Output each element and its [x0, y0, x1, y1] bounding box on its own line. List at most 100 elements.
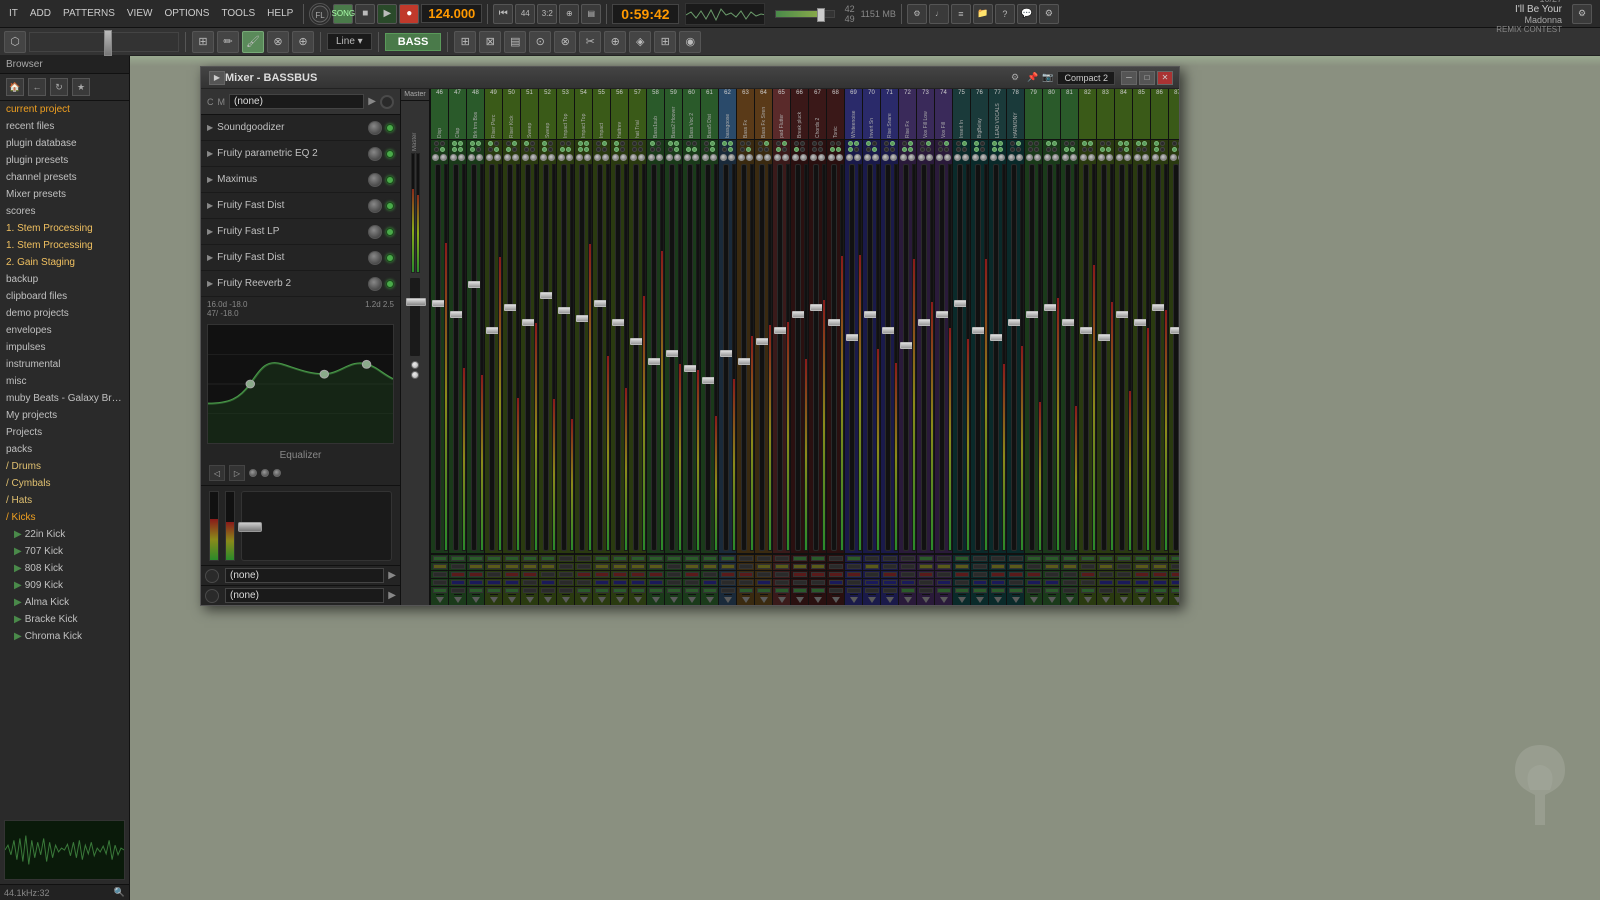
ch-row-btn-70-0[interactable]	[865, 556, 879, 561]
ch-row-btn-74-4[interactable]	[937, 588, 951, 593]
ch-arrow-53[interactable]	[562, 597, 570, 603]
ch-dot-56-2[interactable]	[614, 147, 619, 152]
ch-row-btn-62-1[interactable]	[721, 564, 735, 569]
ch-dot-84-3[interactable]	[1124, 147, 1129, 152]
mixer-btn[interactable]: ▤	[581, 4, 601, 24]
ch-dot-53-0[interactable]	[560, 141, 565, 146]
ch-fader-track-78[interactable]	[1011, 164, 1017, 551]
ch-dot-86-0[interactable]	[1154, 141, 1159, 146]
ch-row-btn-65-2[interactable]	[775, 572, 789, 577]
ch-dot-71-2[interactable]	[884, 147, 889, 152]
fx-knob-5[interactable]	[368, 225, 382, 239]
fx-knob-3[interactable]	[368, 173, 382, 187]
ch-knob-70-0[interactable]	[864, 154, 871, 161]
mixer-screenshot-icon[interactable]: 📷	[1042, 72, 1053, 83]
ch-dot-49-3[interactable]	[494, 147, 499, 152]
ch-dot-55-3[interactable]	[602, 147, 607, 152]
ch-knob-60-1[interactable]	[692, 154, 699, 161]
ch-row-btn-46-4[interactable]	[433, 588, 447, 593]
ch-dot-59-0[interactable]	[668, 141, 673, 146]
ch-row-btn-65-1[interactable]	[775, 564, 789, 569]
ch-row-btn-84-0[interactable]	[1117, 556, 1131, 561]
ch-row-btn-80-4[interactable]	[1045, 588, 1059, 593]
ch-dot-60-0[interactable]	[686, 141, 691, 146]
ch-dot-50-3[interactable]	[512, 147, 517, 152]
ch-row-btn-58-2[interactable]	[649, 572, 663, 577]
ch-row-btn-82-0[interactable]	[1081, 556, 1095, 561]
ch-dot-66-2[interactable]	[794, 147, 799, 152]
ch-arrow-66[interactable]	[796, 597, 804, 603]
ch-fader-track-86[interactable]	[1155, 164, 1161, 551]
ch-row-btn-72-4[interactable]	[901, 588, 915, 593]
ch-row-btn-82-2[interactable]	[1081, 572, 1095, 577]
ch-dot-83-3[interactable]	[1106, 147, 1111, 152]
compact-view-btn[interactable]: Compact 2	[1057, 71, 1115, 85]
ch-row-btn-52-0[interactable]	[541, 556, 555, 561]
ch-dot-82-3[interactable]	[1088, 147, 1093, 152]
ch-knob-52-0[interactable]	[540, 154, 547, 161]
ch-arrow-84[interactable]	[1120, 597, 1128, 603]
ch-dot-61-3[interactable]	[710, 147, 715, 152]
ch-dot-57-0[interactable]	[632, 141, 637, 146]
ch-row-btn-76-3[interactable]	[973, 580, 987, 585]
ch-dot-64-3[interactable]	[764, 147, 769, 152]
ch-arrow-80[interactable]	[1048, 597, 1056, 603]
ch-row-btn-70-1[interactable]	[865, 564, 879, 569]
fx-item-2[interactable]: ▶ Fruity parametric EQ 2	[201, 141, 400, 167]
ch-row-btn-64-3[interactable]	[757, 580, 771, 585]
ch-dot-81-2[interactable]	[1064, 147, 1069, 152]
ch-row-btn-60-1[interactable]	[685, 564, 699, 569]
ch-dot-73-1[interactable]	[926, 141, 931, 146]
ch-row-btn-49-2[interactable]	[487, 572, 501, 577]
ch-row-btn-59-1[interactable]	[667, 564, 681, 569]
ch-arrow-81[interactable]	[1066, 597, 1074, 603]
ch-dot-47-3[interactable]	[458, 147, 463, 152]
ch-row-btn-79-0[interactable]	[1027, 556, 1041, 561]
ch-knob-55-1[interactable]	[602, 154, 609, 161]
ch-row-btn-66-2[interactable]	[793, 572, 807, 577]
ch-fader-track-59[interactable]	[669, 164, 675, 551]
ch-dot-57-1[interactable]	[638, 141, 643, 146]
beats-btn[interactable]: 3:2	[537, 4, 557, 24]
ch-row-btn-57-3[interactable]	[631, 580, 645, 585]
bpm-display[interactable]: 124.000	[421, 4, 482, 23]
ch-arrow-65[interactable]	[778, 597, 786, 603]
send-arrow-2[interactable]: ▶	[388, 590, 396, 601]
ch-row-btn-78-1[interactable]	[1009, 564, 1023, 569]
ch-row-btn-76-1[interactable]	[973, 564, 987, 569]
ch-row-btn-78-4[interactable]	[1009, 588, 1023, 593]
ch-knob-87-1[interactable]	[1178, 154, 1179, 161]
ch-row-btn-84-1[interactable]	[1117, 564, 1131, 569]
ch-dot-68-1[interactable]	[836, 141, 841, 146]
ch-dot-54-0[interactable]	[578, 141, 583, 146]
ch-row-btn-82-3[interactable]	[1081, 580, 1095, 585]
ch-row-btn-50-1[interactable]	[505, 564, 519, 569]
ch-dot-53-1[interactable]	[566, 141, 571, 146]
ch-row-btn-46-1[interactable]	[433, 564, 447, 569]
ch-arrow-77[interactable]	[994, 597, 1002, 603]
ch-row-btn-67-4[interactable]	[811, 588, 825, 593]
fx-item-6[interactable]: ▶ Fruity Fast Dist	[201, 245, 400, 271]
fx-knob-2[interactable]	[368, 147, 382, 161]
ch-dot-54-3[interactable]	[584, 147, 589, 152]
ch-fader-track-47[interactable]	[453, 164, 459, 551]
ch-fader-track-66[interactable]	[795, 164, 801, 551]
ch-knob-61-0[interactable]	[702, 154, 709, 161]
fx-light-3[interactable]	[386, 176, 394, 184]
ch-dot-86-2[interactable]	[1154, 147, 1159, 152]
ch-fader-track-81[interactable]	[1065, 164, 1071, 551]
fx-knob-1[interactable]	[368, 121, 382, 135]
ch-row-btn-80-3[interactable]	[1045, 580, 1059, 585]
fx-item-1[interactable]: ▶ Soundgoodizer	[201, 115, 400, 141]
ch-row-btn-83-3[interactable]	[1099, 580, 1113, 585]
ch-knob-47-0[interactable]	[450, 154, 457, 161]
ch-knob-82-0[interactable]	[1080, 154, 1087, 161]
ch-dot-79-3[interactable]	[1034, 147, 1039, 152]
fx-light-6[interactable]	[386, 254, 394, 262]
ch-row-btn-70-3[interactable]	[865, 580, 879, 585]
ch-row-btn-84-3[interactable]	[1117, 580, 1131, 585]
eq-display[interactable]	[207, 324, 394, 444]
ch-row-btn-64-4[interactable]	[757, 588, 771, 593]
ch-row-btn-60-3[interactable]	[685, 580, 699, 585]
ch-row-btn-71-1[interactable]	[883, 564, 897, 569]
